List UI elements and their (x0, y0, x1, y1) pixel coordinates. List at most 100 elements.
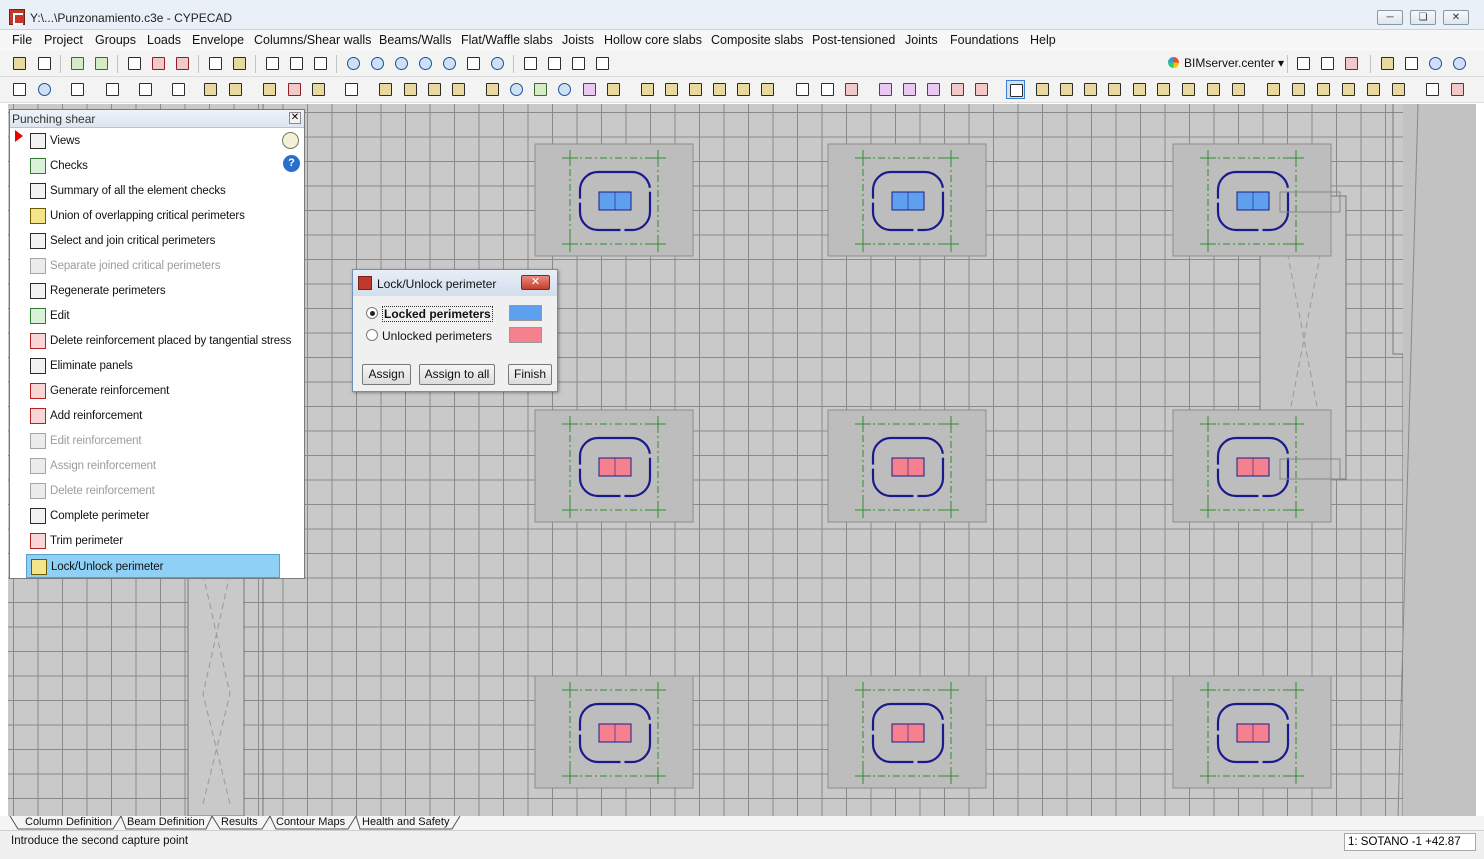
tool-icon-46[interactable] (1229, 80, 1248, 99)
tool-icon-44[interactable] (1179, 80, 1198, 99)
tool-icon-23[interactable] (638, 80, 657, 99)
save-icon[interactable] (35, 54, 54, 73)
tool-icon-8[interactable] (226, 80, 245, 99)
tool-icon-34[interactable] (924, 80, 943, 99)
menu-columns-shear-walls[interactable]: Columns/Shear walls (254, 33, 371, 47)
panel-item-eliminate-panels[interactable]: Eliminate panels (26, 354, 280, 378)
close-window-button[interactable]: ✕ (1443, 10, 1469, 25)
tool-icon-15[interactable] (425, 80, 444, 99)
menu-hollow-core-slabs[interactable]: Hollow core slabs (604, 33, 702, 47)
tool-icon-51[interactable] (1364, 80, 1383, 99)
zoom-extents-icon[interactable] (488, 54, 507, 73)
locked-perimeters-radio[interactable] (366, 307, 378, 319)
print-icon[interactable] (1294, 54, 1313, 73)
grid-icon[interactable] (125, 54, 144, 73)
transfer-icon[interactable] (1402, 54, 1421, 73)
menu-joists[interactable]: Joists (562, 33, 594, 47)
measure-3-icon[interactable] (593, 54, 612, 73)
help-circle-icon[interactable]: ? (283, 155, 300, 172)
unlocked-perimeters-label[interactable]: Unlocked perimeters (382, 329, 492, 343)
tool-icon-24[interactable] (662, 80, 681, 99)
tool-icon-17[interactable] (483, 80, 502, 99)
unlocked-perimeters-radio[interactable] (366, 329, 378, 341)
minimize-button[interactable]: ─ (1377, 10, 1403, 25)
tool-icon-47[interactable] (1264, 80, 1283, 99)
menu-groups[interactable]: Groups (95, 33, 136, 47)
tool-icon-32[interactable] (876, 80, 895, 99)
tool-icon-30[interactable] (818, 80, 837, 99)
tool-icon-50[interactable] (1339, 80, 1358, 99)
panel-item-complete-perimeter[interactable]: Complete perimeter (26, 504, 280, 528)
panel-item-generate-reinforcement[interactable]: Generate reinforcement (26, 379, 280, 403)
panel-item-lock-unlock[interactable]: Lock/Unlock perimeter (26, 554, 280, 578)
assign-button[interactable]: Assign (362, 364, 411, 385)
tool-icon-14[interactable] (401, 80, 420, 99)
tool-icon-41[interactable] (1105, 80, 1124, 99)
zoom-icon[interactable] (392, 54, 411, 73)
panel-item-summary[interactable]: Summary of all the element checks (26, 179, 280, 203)
menu-help[interactable]: Help (1030, 33, 1056, 47)
zoom-all-icon[interactable] (368, 54, 387, 73)
menu-joints[interactable]: Joints (905, 33, 938, 47)
list-icon[interactable] (342, 80, 361, 99)
dialog-close-button[interactable]: ✕ (521, 275, 550, 290)
tool-icon-38[interactable] (1033, 80, 1052, 99)
menu-post-tensioned[interactable]: Post-tensioned (812, 33, 895, 47)
level-down-icon[interactable] (311, 54, 330, 73)
tool-icon-36[interactable] (972, 80, 991, 99)
tool-icon-33[interactable] (900, 80, 919, 99)
magnet-icon[interactable] (173, 54, 192, 73)
export-icon[interactable] (1342, 54, 1361, 73)
tool-icon-54[interactable] (1448, 80, 1467, 99)
tool-icon-2[interactable] (35, 80, 54, 99)
tool-icon-22[interactable] (604, 80, 623, 99)
menu-beams-walls[interactable]: Beams/Walls (379, 33, 451, 47)
tool-icon-43[interactable] (1154, 80, 1173, 99)
tool-icon-39[interactable] (1057, 80, 1076, 99)
pan-hand-icon[interactable] (464, 54, 483, 73)
tool-icon-28[interactable] (758, 80, 777, 99)
tool-icon-31[interactable] (842, 80, 861, 99)
open-file-icon[interactable] (10, 54, 29, 73)
tool-icon-48[interactable] (1289, 80, 1308, 99)
tool-icon-53[interactable] (1423, 80, 1442, 99)
menu-project[interactable]: Project (44, 33, 83, 47)
zoom-window-icon[interactable] (440, 54, 459, 73)
grid-2-icon[interactable] (149, 54, 168, 73)
panel-item-delete-tangential[interactable]: Delete reinforcement placed by tangentia… (26, 329, 291, 353)
tool-icon-29[interactable] (793, 80, 812, 99)
tag-icon[interactable] (136, 80, 155, 99)
panel-item-trim-perimeter[interactable]: Trim perimeter (26, 529, 280, 553)
restore-button[interactable]: ❏ (1410, 10, 1436, 25)
tool-icon-9[interactable] (260, 80, 279, 99)
tool-icon-25[interactable] (686, 80, 705, 99)
tab-results[interactable]: Results (221, 816, 258, 830)
tool-icon-27[interactable] (734, 80, 753, 99)
help-icon[interactable] (1426, 54, 1445, 73)
locked-perimeters-label[interactable]: Locked perimeters (382, 306, 493, 322)
panel-item-views[interactable]: Views (26, 129, 280, 153)
tool-icon-40[interactable] (1081, 80, 1100, 99)
panel-item-regenerate[interactable]: Regenerate perimeters (26, 279, 280, 303)
tool-icon-42[interactable] (1130, 80, 1149, 99)
menu-loads[interactable]: Loads (147, 33, 181, 47)
tool-icon-52[interactable] (1389, 80, 1408, 99)
tool-icon-3[interactable] (68, 80, 87, 99)
tab-beam-definition[interactable]: Beam Definition (127, 816, 205, 830)
panel-close-icon[interactable]: ✕ (289, 112, 301, 124)
bimserver-dropdown[interactable]: BIMserver.center ▾ (1168, 56, 1284, 70)
find-icon[interactable] (521, 54, 540, 73)
tool-icon-16[interactable] (449, 80, 468, 99)
panel-item-checks[interactable]: Checks (26, 154, 280, 178)
panel-item-edit[interactable]: Edit (26, 304, 280, 328)
refresh-icon[interactable] (230, 54, 249, 73)
level-up-icon[interactable] (263, 54, 282, 73)
level-select-icon[interactable] (287, 54, 306, 73)
tool-icon-19[interactable] (531, 80, 550, 99)
globe-icon[interactable] (1450, 54, 1469, 73)
tool-icon-26[interactable] (710, 80, 729, 99)
tool-icon-1[interactable] (10, 80, 29, 99)
level-indicator[interactable]: 1: SOTANO -1 +42.87 (1344, 833, 1476, 851)
book-icon[interactable] (282, 132, 299, 149)
tool-icon-35[interactable] (948, 80, 967, 99)
